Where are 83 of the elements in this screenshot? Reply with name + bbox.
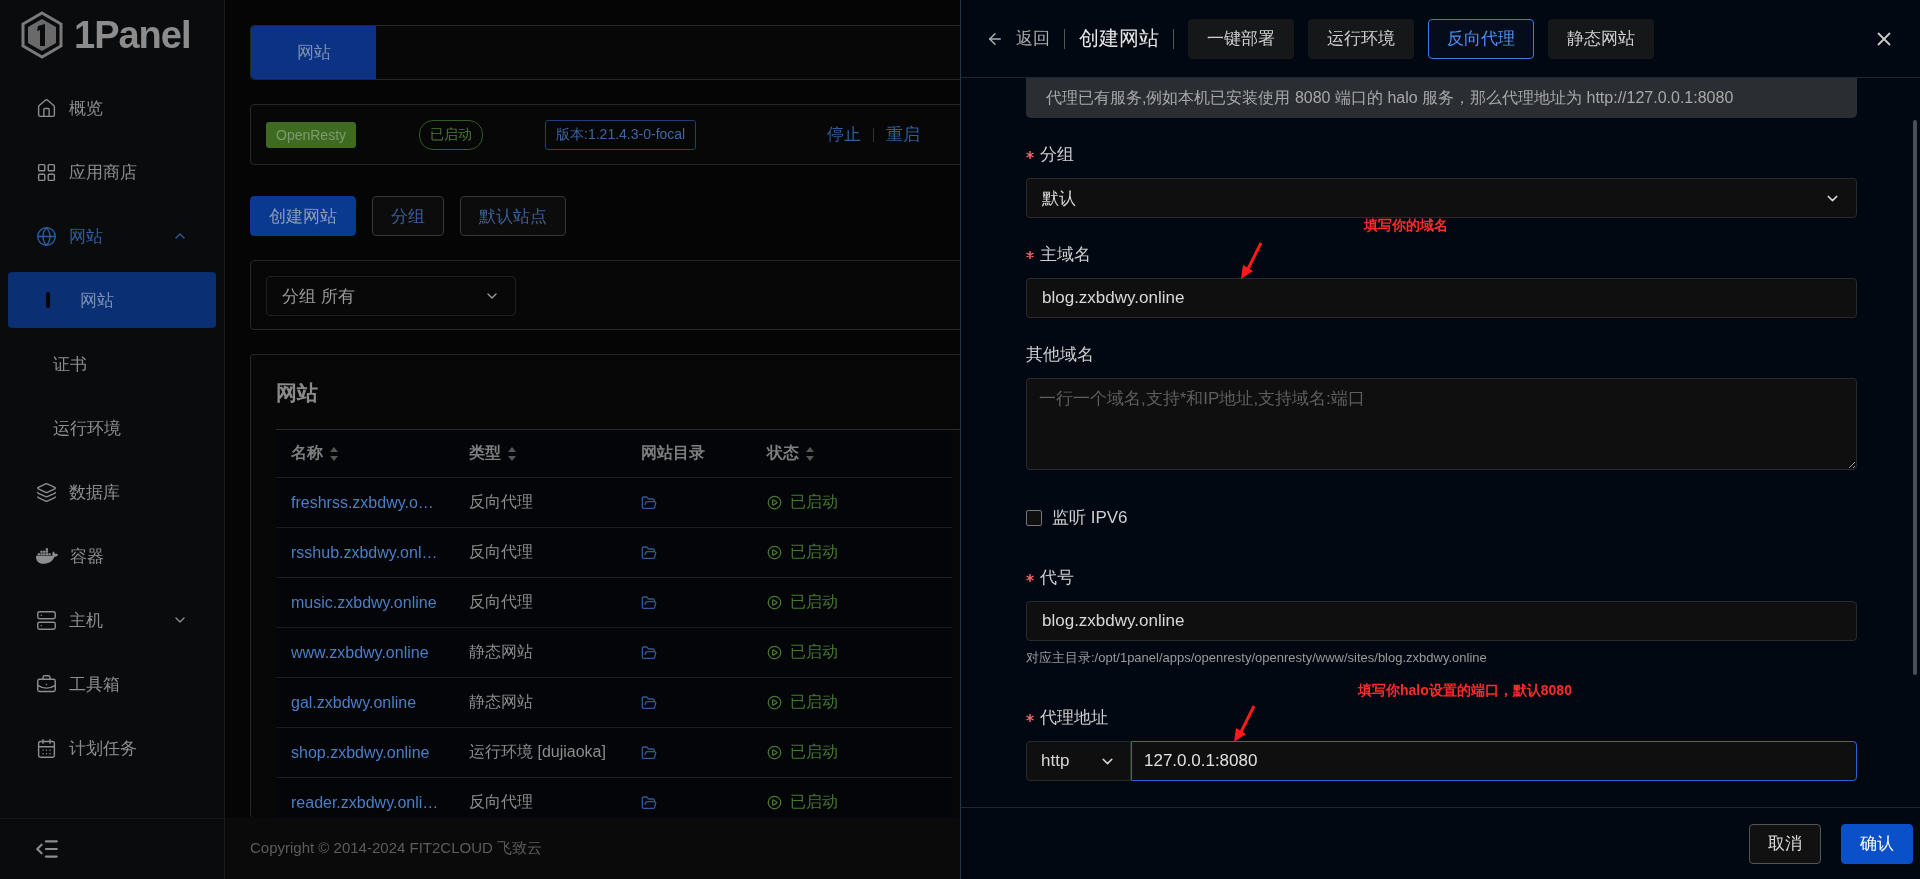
select-field[interactable]: 默认 — [1026, 178, 1857, 218]
tab[interactable]: 网站 — [251, 26, 376, 79]
submenu-item[interactable]: 证书 — [8, 332, 216, 396]
field-label: 主域名 — [1040, 244, 1091, 266]
back-button[interactable]: 返回 — [986, 27, 1050, 50]
textarea-field[interactable]: 一行一个域名,支持*和IP地址,支持域名:端口 — [1026, 378, 1857, 470]
field-label: 分组 — [1040, 144, 1074, 166]
sort-icon[interactable] — [329, 445, 339, 462]
field-label: 代号 — [1040, 567, 1074, 589]
action-link[interactable]: 停止 — [827, 123, 862, 146]
group-select[interactable]: 分组 所有 — [266, 276, 516, 316]
footer-text: Copyright © 2014-2024 FIT2CLOUD 飞致云 — [225, 818, 960, 879]
status-text: 已启动 — [790, 792, 838, 812]
text-field[interactable]: blog.zxbdwy.online — [1026, 601, 1857, 641]
status-text: 已启动 — [790, 692, 838, 712]
folder-icon[interactable] — [641, 694, 657, 711]
drawer-title: 创建网站 — [1079, 26, 1159, 51]
status-text: 已启动 — [790, 642, 838, 662]
menu-item[interactable]: 应用商店 — [8, 140, 216, 204]
status-text: 已启动 — [790, 742, 838, 762]
play-circle-icon — [767, 645, 782, 660]
menu-item[interactable]: 数据库 — [8, 460, 216, 524]
logo-text: 1Panel — [74, 13, 191, 57]
play-circle-icon — [767, 745, 782, 760]
version-tag: 版本:1.21.4.3-0-focal — [545, 119, 697, 150]
folder-icon[interactable] — [641, 544, 657, 561]
folder-icon[interactable] — [641, 494, 657, 511]
scheme-select[interactable]: http — [1026, 741, 1131, 781]
checkbox[interactable]: 监听 IPV6 — [1026, 506, 1857, 529]
table-title: 网站 — [276, 380, 319, 406]
server-icon — [36, 609, 57, 631]
folder-icon[interactable] — [641, 744, 657, 761]
notice-text: 代理已有服务,例如本机已安装使用 8080 端口的 halo 服务，那么代理地址为 http://127.0.0.1:8080 — [1026, 78, 1857, 118]
folder-icon[interactable] — [641, 644, 657, 661]
folder-icon[interactable] — [641, 594, 657, 611]
status-text: 已启动 — [790, 492, 838, 512]
sort-icon[interactable] — [805, 445, 815, 462]
globe-icon — [36, 225, 57, 247]
menu-item[interactable]: 计划任务 — [8, 716, 216, 780]
dialog-button[interactable]: 取消 — [1749, 823, 1821, 864]
play-circle-icon — [767, 695, 782, 710]
type-tab[interactable]: 静态网站 — [1548, 18, 1654, 59]
sort-icon[interactable] — [507, 445, 517, 462]
whale-icon — [36, 545, 58, 567]
annotation-text: 填写你的域名 — [1364, 217, 1448, 235]
play-circle-icon — [767, 795, 782, 810]
type-tab[interactable]: 运行环境 — [1308, 18, 1414, 59]
submenu-item[interactable]: 网站 — [8, 272, 216, 328]
field-label: 代理地址 — [1040, 707, 1108, 729]
play-circle-icon — [767, 595, 782, 610]
layers-icon — [36, 481, 57, 503]
grid-icon — [36, 161, 57, 183]
dialog-button[interactable]: 确认 — [1841, 823, 1913, 864]
status-text: 已启动 — [790, 592, 838, 612]
scrollbar[interactable] — [1913, 120, 1917, 675]
menu-item[interactable]: 主机 — [8, 588, 216, 652]
text-field[interactable]: blog.zxbdwy.online — [1026, 278, 1857, 318]
folder-icon[interactable] — [641, 794, 657, 811]
toolbar-button[interactable]: 创建网站 — [250, 196, 356, 236]
toolbox-icon — [36, 673, 57, 695]
annotation-arrow — [1232, 704, 1258, 744]
field-label: 其他域名 — [1026, 344, 1094, 366]
type-tab[interactable]: 一键部署 — [1188, 18, 1294, 59]
field-hint: 对应主目录:/opt/1panel/apps/openresty/openresty/www/sites/blog.zxbdwy.online — [1026, 649, 1488, 667]
home-icon — [36, 97, 57, 119]
play-circle-icon — [767, 545, 782, 560]
action-link[interactable]: 重启 — [886, 123, 921, 146]
address-field[interactable]: 127.0.0.1:8080 — [1131, 741, 1857, 781]
menu-item[interactable]: 概览 — [8, 76, 216, 140]
type-tab[interactable]: 反向代理 — [1428, 18, 1534, 59]
menu-item[interactable]: 容器 — [8, 524, 216, 588]
play-circle-icon — [767, 495, 782, 510]
annotation-text: 填写你halo设置的端口，默认8080 — [1358, 682, 1572, 700]
status-text: 已启动 — [790, 542, 838, 562]
app-tag: OpenResty — [266, 121, 357, 148]
toolbar-button[interactable]: 分组 — [372, 196, 444, 236]
toolbar-button[interactable]: 默认站点 — [460, 196, 566, 236]
status-tag: 已启动 — [419, 119, 484, 150]
annotation-arrow — [1239, 241, 1265, 281]
menu-item[interactable]: 工具箱 — [8, 652, 216, 716]
calendar-icon — [36, 737, 57, 759]
submenu-item[interactable]: 运行环境 — [8, 396, 216, 460]
logo-icon — [20, 11, 64, 59]
